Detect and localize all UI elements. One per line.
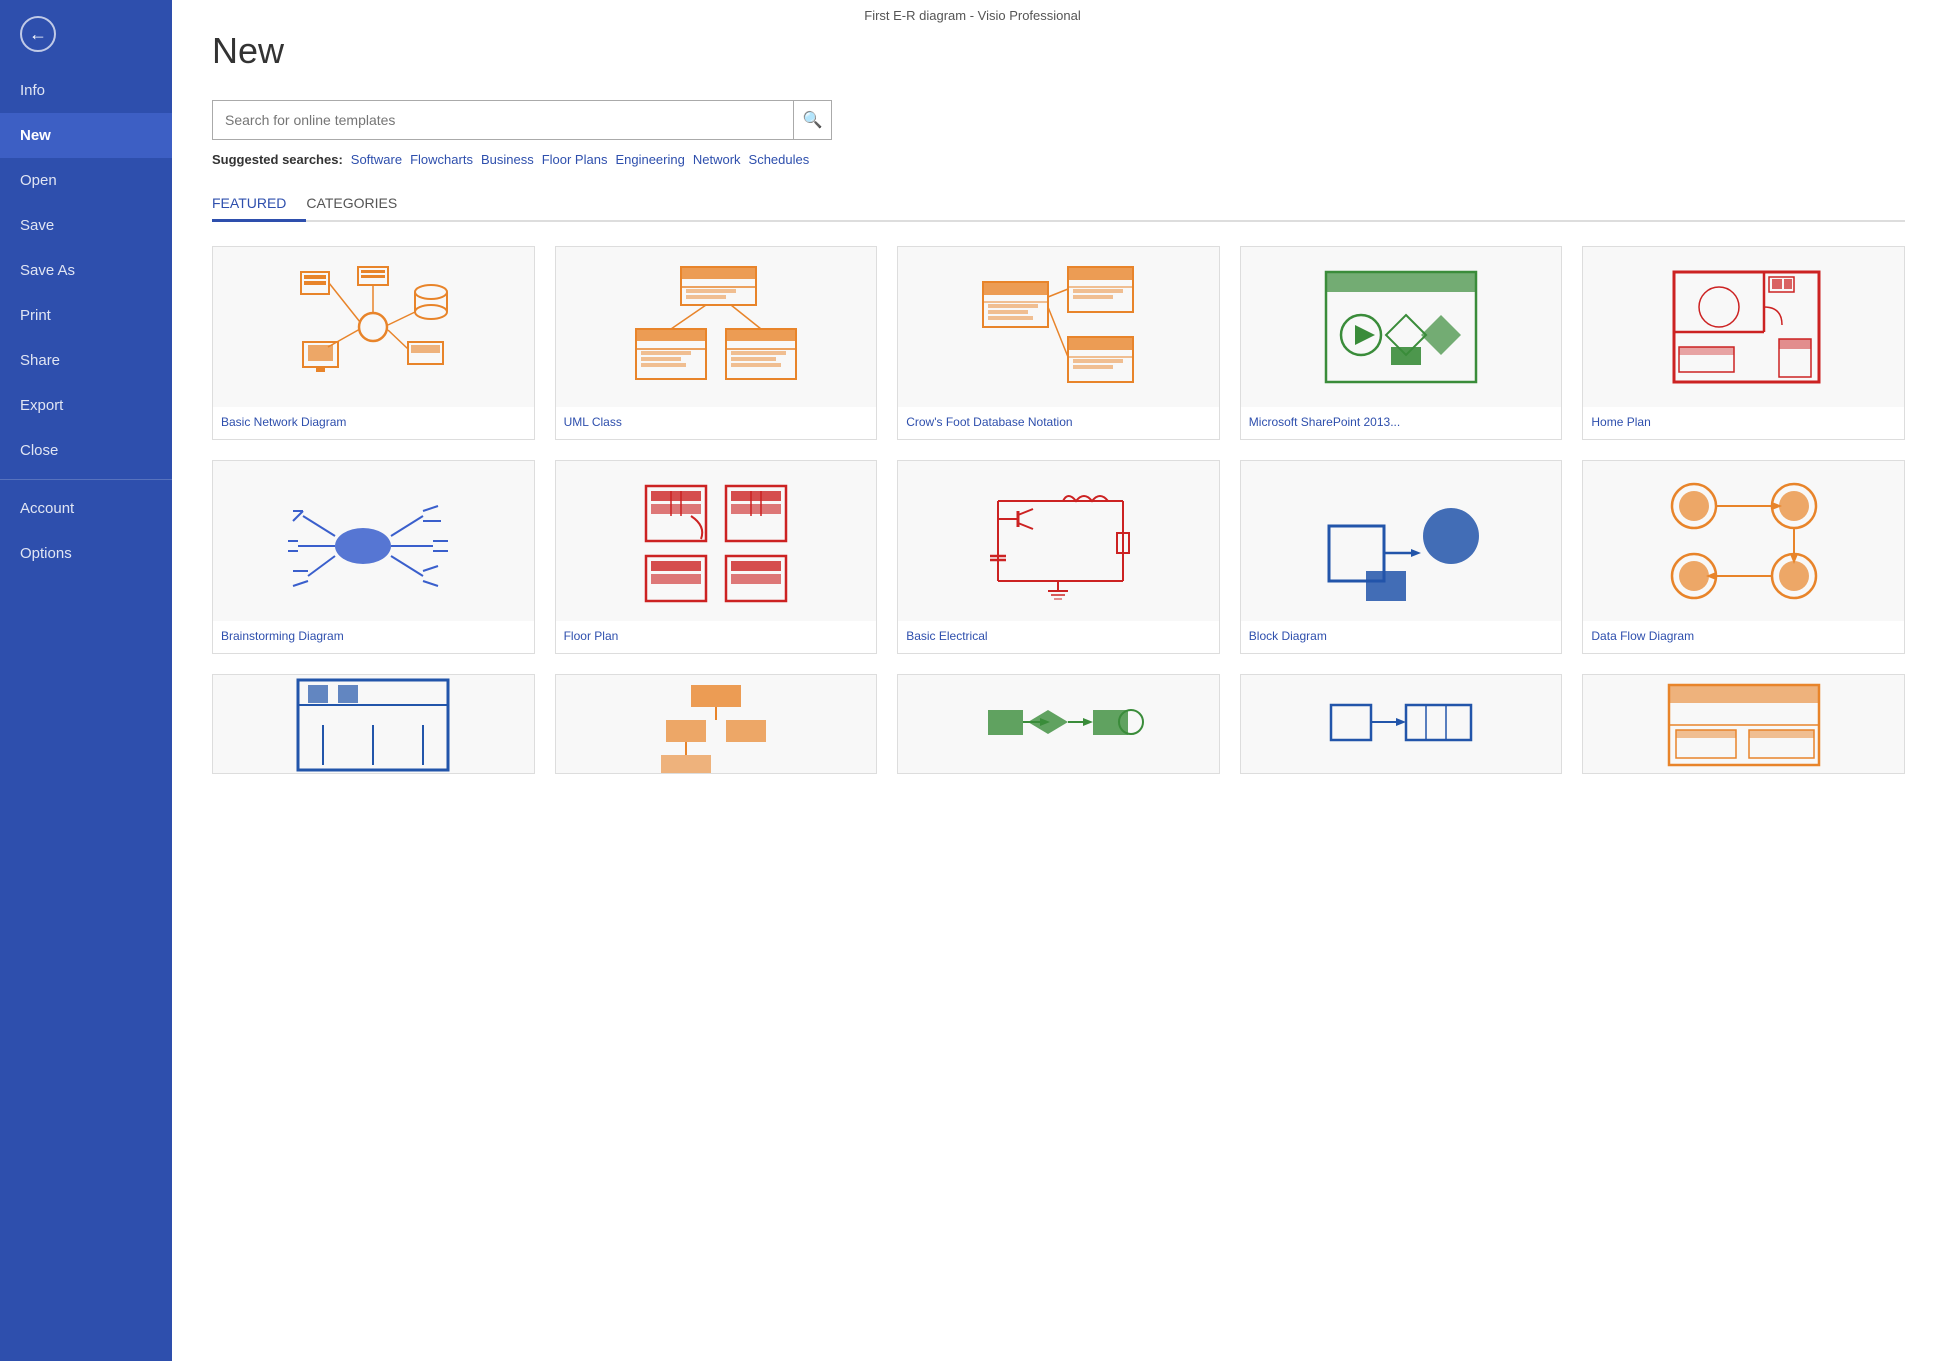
template-uml-class-label: UML Class (556, 407, 877, 439)
template-r3-4-thumb (1241, 675, 1562, 774)
tab-categories[interactable]: CATEGORIES (306, 187, 417, 222)
page-title: New (212, 30, 1905, 72)
sidebar-item-account[interactable]: Account (0, 486, 172, 531)
template-grid-row3 (212, 674, 1905, 774)
main-content: First E-R diagram - Visio Professional N… (172, 0, 1945, 1361)
template-sharepoint[interactable]: Microsoft SharePoint 2013... (1240, 246, 1563, 440)
search-bar: 🔍 (212, 100, 832, 140)
sidebar-item-open[interactable]: Open (0, 158, 172, 203)
template-grid-row1: Basic Network Diagram (212, 246, 1905, 440)
sidebar-divider (0, 479, 172, 480)
template-basic-network-thumb (213, 247, 534, 407)
tab-featured[interactable]: FEATURED (212, 187, 306, 222)
suggested-engineering[interactable]: Engineering (615, 152, 684, 167)
template-floor-plan-label: Floor Plan (556, 621, 877, 653)
template-r3-2-thumb (556, 675, 877, 774)
template-sharepoint-thumb (1241, 247, 1562, 407)
template-basic-electrical[interactable]: Basic Electrical (897, 460, 1220, 654)
template-home-plan-label: Home Plan (1583, 407, 1904, 439)
template-data-flow-thumb (1583, 461, 1904, 621)
template-uml-class[interactable]: UML Class (555, 246, 878, 440)
suggested-schedules[interactable]: Schedules (749, 152, 810, 167)
template-uml-class-thumb (556, 247, 877, 407)
suggested-floor-plans[interactable]: Floor Plans (542, 152, 608, 167)
template-r3-3-thumb (898, 675, 1219, 774)
sidebar-item-info[interactable]: Info (0, 68, 172, 113)
template-r3-5-thumb (1583, 675, 1904, 774)
suggested-software[interactable]: Software (351, 152, 402, 167)
template-r3-3[interactable] (897, 674, 1220, 774)
sidebar-item-save-as[interactable]: Save As (0, 248, 172, 293)
template-crows-foot[interactable]: Crow's Foot Database Notation (897, 246, 1220, 440)
template-floor-plan[interactable]: Floor Plan (555, 460, 878, 654)
template-brainstorming-thumb (213, 461, 534, 621)
sidebar-item-print[interactable]: Print (0, 293, 172, 338)
search-button[interactable]: 🔍 (793, 101, 831, 139)
template-basic-network-label: Basic Network Diagram (213, 407, 534, 439)
template-floor-plan-thumb (556, 461, 877, 621)
suggested-business[interactable]: Business (481, 152, 534, 167)
tabs-bar: FEATURED CATEGORIES (212, 187, 1905, 222)
template-crows-foot-label: Crow's Foot Database Notation (898, 407, 1219, 439)
sidebar: ← Info New Open Save Save As Print Share… (0, 0, 172, 1361)
template-r3-2[interactable] (555, 674, 878, 774)
template-crows-foot-thumb (898, 247, 1219, 407)
sidebar-item-new[interactable]: New (0, 113, 172, 158)
template-block-diagram-thumb (1241, 461, 1562, 621)
template-r3-1[interactable] (212, 674, 535, 774)
template-r3-1-thumb (213, 675, 534, 774)
sidebar-item-options[interactable]: Options (0, 531, 172, 576)
template-block-diagram[interactable]: Block Diagram (1240, 460, 1563, 654)
template-r3-5[interactable] (1582, 674, 1905, 774)
sidebar-item-share[interactable]: Share (0, 338, 172, 383)
back-button[interactable]: ← (0, 0, 172, 68)
sidebar-item-close[interactable]: Close (0, 428, 172, 473)
template-data-flow[interactable]: Data Flow Diagram (1582, 460, 1905, 654)
template-home-plan-thumb (1583, 247, 1904, 407)
suggested-searches: Suggested searches: Software Flowcharts … (212, 152, 1905, 167)
template-brainstorming-label: Brainstorming Diagram (213, 621, 534, 653)
search-input[interactable] (213, 103, 793, 137)
template-brainstorming[interactable]: Brainstorming Diagram (212, 460, 535, 654)
template-home-plan[interactable]: Home Plan (1582, 246, 1905, 440)
back-circle-icon[interactable]: ← (20, 16, 56, 52)
suggested-network[interactable]: Network (693, 152, 741, 167)
template-data-flow-label: Data Flow Diagram (1583, 621, 1904, 653)
template-basic-network[interactable]: Basic Network Diagram (212, 246, 535, 440)
template-block-diagram-label: Block Diagram (1241, 621, 1562, 653)
template-grid-row2: Brainstorming Diagram (212, 460, 1905, 654)
suggested-label: Suggested searches: (212, 152, 343, 167)
suggested-flowcharts[interactable]: Flowcharts (410, 152, 473, 167)
template-r3-4[interactable] (1240, 674, 1563, 774)
sidebar-item-save[interactable]: Save (0, 203, 172, 248)
template-sharepoint-label: Microsoft SharePoint 2013... (1241, 407, 1562, 439)
template-basic-electrical-label: Basic Electrical (898, 621, 1219, 653)
template-basic-electrical-thumb (898, 461, 1219, 621)
window-title: First E-R diagram - Visio Professional (864, 8, 1081, 23)
sidebar-item-export[interactable]: Export (0, 383, 172, 428)
